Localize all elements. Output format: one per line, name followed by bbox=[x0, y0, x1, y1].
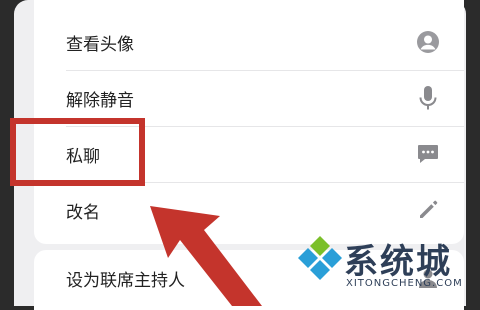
watermark-url: XITONGCHENG.COM bbox=[346, 278, 463, 289]
watermark-title: 系统城 bbox=[344, 242, 452, 282]
watermark-logo bbox=[298, 236, 342, 280]
watermark: 系统城 XITONGCHENG.COM bbox=[296, 228, 476, 304]
